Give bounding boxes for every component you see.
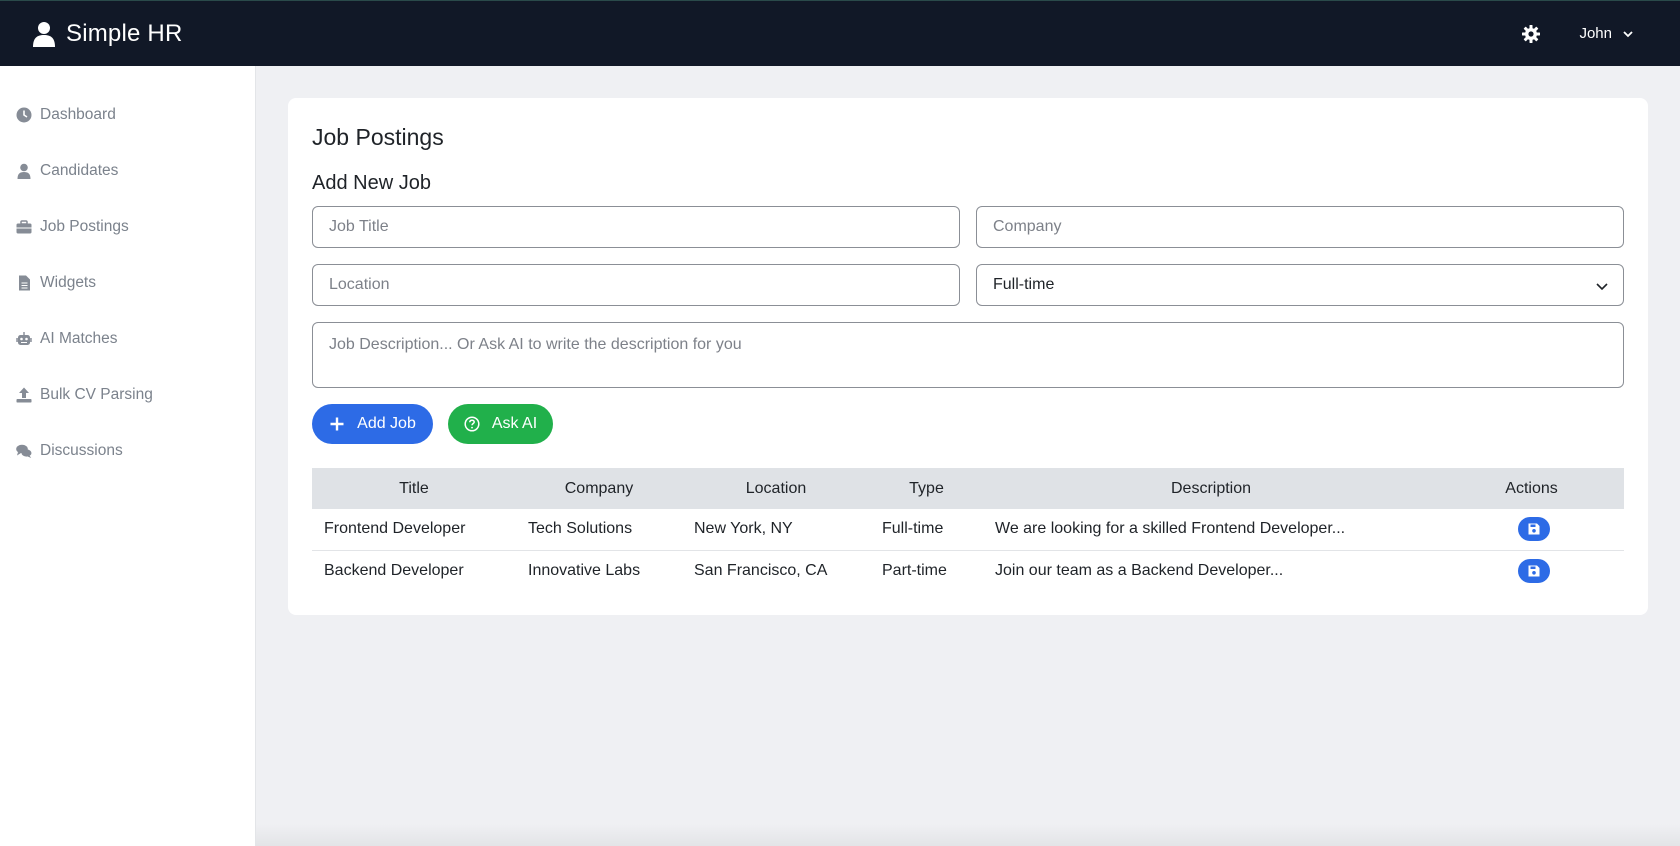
ask-ai-button[interactable]: Ask AI (448, 404, 553, 444)
column-header-title: Title (399, 479, 429, 497)
comments-icon (16, 444, 32, 458)
add-job-label: Add Job (357, 415, 416, 432)
sidebar-item-label: Widgets (40, 274, 96, 291)
save-icon (1528, 523, 1539, 535)
location-input[interactable] (312, 264, 960, 306)
sidebar-item-label: Job Postings (40, 218, 129, 235)
sidebar-item-label: Discussions (40, 442, 123, 459)
ask-ai-label: Ask AI (491, 415, 538, 432)
upload-icon (16, 387, 32, 403)
clock-icon (16, 107, 32, 123)
cell-type: Full-time (882, 520, 944, 538)
sidebar-item-label: Bulk CV Parsing (40, 386, 153, 403)
brand-name: Simple HR (66, 19, 183, 47)
company-input[interactable] (976, 206, 1624, 248)
sidebar-item-widgets[interactable]: Widgets (0, 255, 255, 311)
job-description-textarea[interactable] (312, 322, 1624, 388)
job-type-selected: Full-time (993, 276, 1055, 293)
question-circle-icon (464, 416, 480, 432)
job-postings-card: Job Postings Add New Job Full-time Add J… (288, 98, 1648, 615)
sidebar-item-discussions[interactable]: Discussions (0, 423, 255, 479)
gear-icon[interactable] (1521, 24, 1541, 44)
cell-description: We are looking for a skilled Frontend De… (995, 520, 1346, 538)
sidebar: Dashboard Candidates Job Postings Widget… (0, 66, 256, 846)
cell-type: Part-time (882, 561, 947, 579)
cell-company: Innovative Labs (528, 561, 641, 579)
cell-description: Join our team as a Backend Developer... (995, 561, 1284, 579)
file-icon (19, 275, 30, 291)
user-icon (33, 21, 55, 47)
cell-title: Frontend Developer (324, 520, 466, 538)
user-menu[interactable]: John (1579, 25, 1634, 42)
chevron-down-icon (1623, 30, 1633, 37)
section-title: Add New Job (312, 172, 431, 194)
sidebar-item-job-postings[interactable]: Job Postings (0, 199, 255, 255)
sidebar-item-bulk-cv-parsing[interactable]: Bulk CV Parsing (0, 367, 255, 423)
add-job-button[interactable]: Add Job (312, 404, 433, 444)
save-icon (1528, 565, 1539, 577)
user-name: John (1579, 25, 1612, 42)
cell-location: New York, NY (694, 520, 793, 538)
save-button[interactable] (1517, 558, 1550, 583)
cell-location: San Francisco, CA (694, 561, 828, 579)
job-type-select[interactable]: Full-time (976, 264, 1624, 306)
cell-company: Tech Solutions (528, 520, 633, 538)
save-button[interactable] (1517, 517, 1550, 542)
bottom-shadow (256, 824, 1680, 846)
chevron-down-icon (1596, 283, 1608, 291)
cell-title: Backend Developer (324, 561, 464, 579)
column-header-location: Location (745, 479, 807, 497)
cell-actions (1439, 550, 1624, 591)
sidebar-item-label: AI Matches (40, 330, 118, 347)
robot-icon (16, 332, 32, 345)
table-row: Backend Developer Innovative Labs San Fr… (312, 550, 1624, 591)
column-header-actions: Actions (1505, 479, 1558, 497)
cell-actions (1439, 509, 1624, 550)
sidebar-item-label: Candidates (40, 162, 119, 179)
brand[interactable]: Simple HR (32, 20, 183, 48)
table-row: Frontend Developer Tech Solutions New Yo… (312, 509, 1624, 550)
column-header-type: Type (909, 479, 944, 497)
user-icon (17, 163, 31, 179)
sidebar-item-ai-matches[interactable]: AI Matches (0, 311, 255, 367)
jobs-table: Title Company Location Type Description … (312, 468, 1624, 591)
column-header-company: Company (564, 479, 634, 497)
column-header-description: Description (1170, 479, 1252, 497)
sidebar-item-label: Dashboard (40, 106, 116, 123)
sidebar-item-dashboard[interactable]: Dashboard (0, 87, 255, 143)
page-title: Job Postings (312, 124, 444, 150)
top-navbar: Simple HR John (0, 0, 1680, 66)
sidebar-item-candidates[interactable]: Candidates (0, 143, 255, 199)
plus-icon (330, 417, 344, 431)
table-header-row: Title Company Location Type Description … (312, 468, 1624, 509)
briefcase-icon (16, 220, 32, 234)
job-title-input[interactable] (312, 206, 960, 248)
